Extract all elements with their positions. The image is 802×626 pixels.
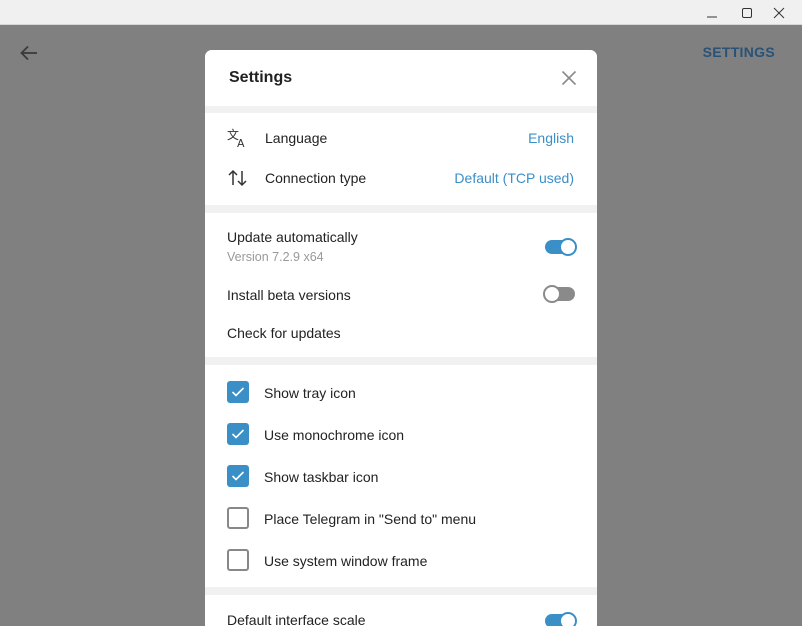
default-scale-label: Default interface scale [227, 612, 366, 626]
beta-versions-toggle[interactable] [543, 285, 575, 303]
language-value[interactable]: English [528, 130, 574, 146]
svg-text:A: A [237, 137, 245, 148]
tray-section: Show tray icon Use monochrome icon Show … [205, 365, 597, 587]
show-tray-icon-checkbox[interactable] [227, 381, 249, 403]
beta-versions-label: Install beta versions [227, 287, 351, 303]
translate-icon: 文 A [227, 128, 245, 148]
toggle-knob [559, 612, 577, 626]
dialog-title: Settings [229, 69, 293, 86]
show-tray-icon-label: Show tray icon [264, 385, 356, 401]
system-window-frame-label: Use system window frame [264, 553, 428, 569]
send-to-menu-checkbox[interactable] [227, 507, 249, 529]
monochrome-icon-label: Use monochrome icon [264, 427, 405, 443]
system-window-frame-checkbox[interactable] [227, 549, 249, 571]
check-for-updates-link[interactable]: Check for updates [227, 325, 341, 341]
checkmark-icon [231, 429, 245, 439]
connection-type-value[interactable]: Default (TCP used) [454, 170, 574, 186]
toggle-knob [559, 238, 577, 256]
checkmark-icon [231, 387, 245, 397]
send-to-menu-label: Place Telegram in "Send to" menu [264, 511, 477, 527]
taskbar-icon-checkbox[interactable] [227, 465, 249, 487]
minimize-button[interactable] [697, 0, 727, 25]
dialog-close-button[interactable] [559, 68, 579, 88]
back-button[interactable] [18, 42, 40, 64]
close-icon [561, 70, 577, 86]
toggle-knob [543, 285, 561, 303]
maximize-button[interactable] [732, 0, 762, 25]
language-label: Language [265, 130, 328, 146]
version-text: Version 7.2.9 x64 [227, 250, 324, 264]
dialog-header: Settings [205, 50, 597, 106]
window-close-button[interactable] [764, 0, 794, 25]
taskbar-icon-label: Show taskbar icon [264, 469, 379, 485]
background-header-title: SETTINGS [702, 44, 775, 60]
updates-section: Update automatically Version 7.2.9 x64 I… [205, 213, 597, 357]
default-scale-toggle[interactable] [545, 612, 577, 626]
scale-section: Default interface scale [205, 595, 597, 626]
monochrome-icon-checkbox[interactable] [227, 423, 249, 445]
auto-update-toggle[interactable] [545, 238, 577, 256]
maximize-icon [742, 7, 752, 18]
settings-dialog: Settings 文 A Language English Connection… [205, 50, 597, 626]
window-titlebar [0, 0, 802, 25]
minimize-icon [707, 16, 717, 17]
up-down-arrows-icon [228, 169, 247, 187]
arrow-left-icon [20, 45, 37, 61]
close-icon [773, 7, 785, 18]
checkmark-icon [231, 471, 245, 481]
general-section: 文 A Language English Connection type Def… [205, 113, 597, 205]
auto-update-label: Update automatically [227, 229, 358, 245]
connection-type-label: Connection type [265, 170, 367, 186]
